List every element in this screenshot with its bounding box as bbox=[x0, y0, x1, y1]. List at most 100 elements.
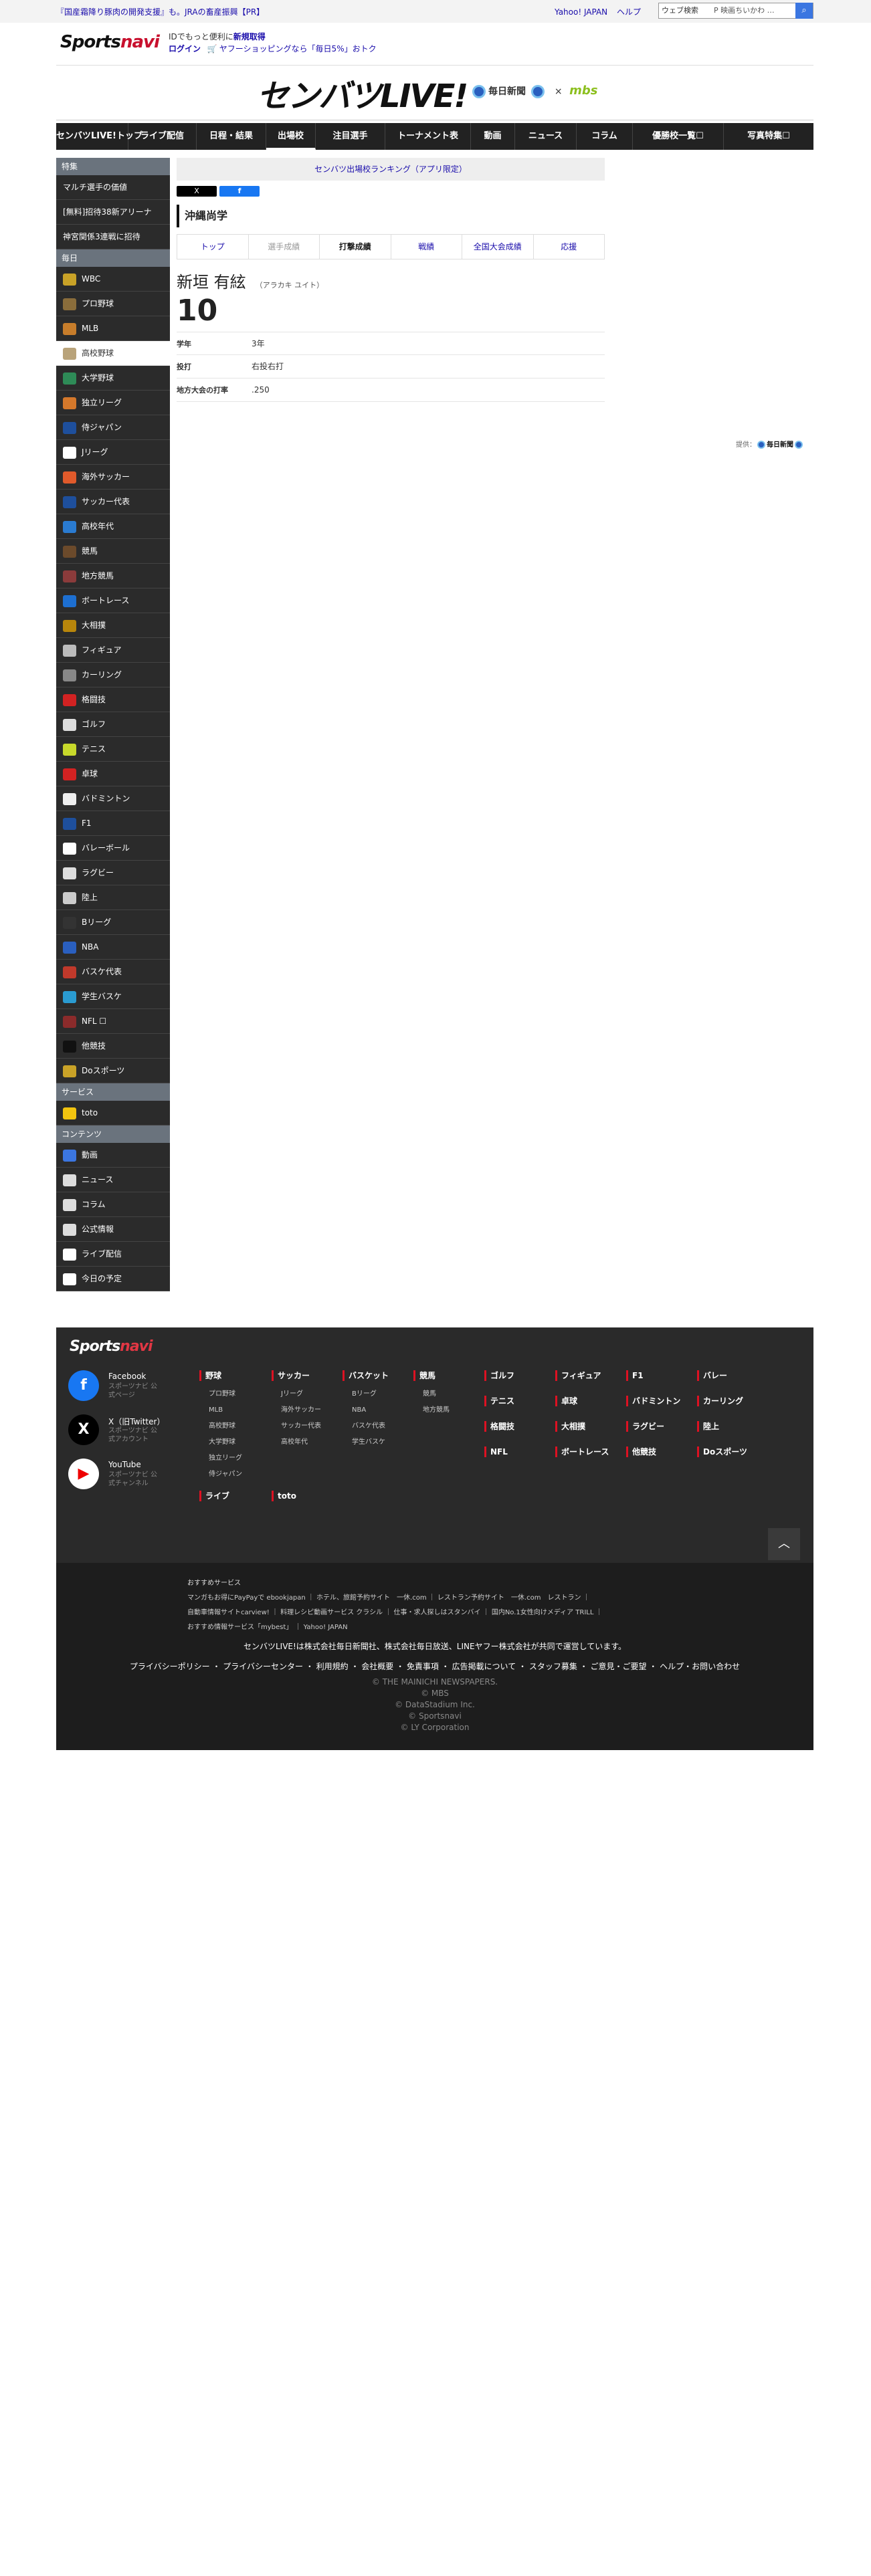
recommended-links[interactable]: おすすめ情報サービス「mybest」 ｜ Yahoo! JAPAN bbox=[187, 1620, 696, 1635]
share-x-button[interactable]: X bbox=[177, 186, 217, 197]
nav-news[interactable]: ニュース bbox=[515, 123, 577, 150]
footer-link-head[interactable]: バレー bbox=[697, 1370, 747, 1381]
footer-legal-links[interactable]: プライバシーポリシー ・ プライバシーセンター ・ 利用規約 ・ 会社概要 ・ … bbox=[56, 1660, 813, 1672]
footer-link-head[interactable]: 競馬 bbox=[413, 1370, 450, 1381]
sidebar-item[interactable]: MLB bbox=[56, 316, 170, 341]
page-top-button[interactable]: ︿ bbox=[768, 1528, 800, 1560]
sidebar-item[interactable]: WBC bbox=[56, 267, 170, 292]
sidebar-item[interactable]: 海外サッカー bbox=[56, 465, 170, 490]
sidebar-item[interactable]: テニス bbox=[56, 737, 170, 762]
sidebar-item[interactable]: カーリング bbox=[56, 663, 170, 687]
tab-support[interactable]: 応援 bbox=[534, 235, 605, 259]
help-link[interactable]: ヘルプ bbox=[617, 7, 641, 17]
tab-national-record[interactable]: 全国大会成績 bbox=[462, 235, 534, 259]
yahoo-japan-link[interactable]: Yahoo! JAPAN bbox=[555, 7, 607, 17]
tab-batting-stats[interactable]: 打撃成績 bbox=[320, 235, 391, 259]
sidebar-item[interactable]: サッカー代表 bbox=[56, 490, 170, 514]
footer-link-head[interactable]: 他競技 bbox=[626, 1446, 680, 1457]
footer-link-head[interactable]: 大相撲 bbox=[555, 1421, 609, 1432]
sidebar-item[interactable]: 大学野球 bbox=[56, 366, 170, 391]
footer-link[interactable]: 海外サッカー bbox=[272, 1402, 321, 1418]
footer-link[interactable]: 地方競馬 bbox=[413, 1402, 450, 1418]
sidebar-item[interactable]: NFL ☐ bbox=[56, 1009, 170, 1034]
footer-link[interactable]: プロ野球 bbox=[199, 1386, 242, 1402]
sidebar-item-special[interactable]: 神宮関係3連戦に招待 bbox=[56, 225, 170, 249]
footer-link-head[interactable]: NFL bbox=[484, 1446, 514, 1457]
footer-link[interactable]: 高校年代 bbox=[272, 1434, 321, 1451]
sidebar-item[interactable]: Doスポーツ bbox=[56, 1059, 170, 1083]
nav-video[interactable]: 動画 bbox=[471, 123, 515, 150]
sidebar-item[interactable]: 高校年代 bbox=[56, 514, 170, 539]
sidebar-item[interactable]: コラム bbox=[56, 1192, 170, 1217]
login-link[interactable]: ログイン bbox=[169, 44, 201, 53]
footer-link[interactable]: MLB bbox=[199, 1402, 242, 1418]
footer-link[interactable]: 高校野球 bbox=[199, 1418, 242, 1434]
sidebar-item[interactable]: プロ野球 bbox=[56, 292, 170, 316]
footer-link[interactable]: Bリーグ bbox=[343, 1386, 389, 1402]
footer-link-head[interactable]: 卓球 bbox=[555, 1396, 609, 1406]
sidebar-item[interactable]: バスケ代表 bbox=[56, 960, 170, 984]
nav-players[interactable]: 注目選手 bbox=[316, 123, 385, 150]
footer-logo[interactable]: Sportsnavi bbox=[70, 1338, 153, 1355]
register-link[interactable]: 新規取得 bbox=[233, 32, 266, 41]
sidebar-item[interactable]: 学生バスケ bbox=[56, 984, 170, 1009]
sidebar-item[interactable]: 他競技 bbox=[56, 1034, 170, 1059]
sidebar-item[interactable]: 地方競馬 bbox=[56, 564, 170, 588]
footer-link[interactable]: サッカー代表 bbox=[272, 1418, 321, 1434]
sidebar-item[interactable]: 高校野球 bbox=[56, 341, 170, 366]
sidebar-item[interactable]: 卓球 bbox=[56, 762, 170, 786]
sidebar-item[interactable]: ラグビー bbox=[56, 861, 170, 885]
footer-link[interactable]: 大学野球 bbox=[199, 1434, 242, 1451]
footer-link[interactable]: 侍ジャパン bbox=[199, 1467, 242, 1483]
recommended-links[interactable]: マンガもお得にPayPayで ebookjapan ｜ ホテル、旅館予約サイト … bbox=[187, 1591, 696, 1606]
sidebar-item[interactable]: 今日の予定 bbox=[56, 1267, 170, 1291]
footer-link[interactable]: 学生バスケ bbox=[343, 1434, 389, 1451]
nav-photos[interactable]: 写真特集☐ bbox=[724, 123, 813, 150]
sidebar-item[interactable]: 独立リーグ bbox=[56, 391, 170, 415]
footer-link-head[interactable]: バスケット bbox=[343, 1370, 389, 1381]
sidebar-item[interactable]: F1 bbox=[56, 811, 170, 836]
pr-link[interactable]: 『国産霜降り豚肉の開発支援』も。JRAの畜産振興【PR】 bbox=[56, 6, 264, 17]
footer-link-head[interactable]: フィギュア bbox=[555, 1370, 609, 1381]
sidebar-item[interactable]: 大相撲 bbox=[56, 613, 170, 638]
tab-top[interactable]: トップ bbox=[177, 235, 249, 259]
footer-link-live[interactable]: ライブ bbox=[199, 1491, 229, 1501]
footer-link[interactable]: バスケ代表 bbox=[343, 1418, 389, 1434]
footer-link-head[interactable]: バドミントン bbox=[626, 1396, 680, 1406]
nav-champions[interactable]: 優勝校一覧☐ bbox=[633, 123, 724, 150]
sidebar-item[interactable]: ゴルフ bbox=[56, 712, 170, 737]
sidebar-item[interactable]: Bリーグ bbox=[56, 910, 170, 935]
footer-link[interactable]: Jリーグ bbox=[272, 1386, 321, 1402]
footer-link-head[interactable]: ボートレース bbox=[555, 1446, 609, 1457]
footer-link[interactable]: 独立リーグ bbox=[199, 1451, 242, 1467]
nav-tournament[interactable]: トーナメント表 bbox=[385, 123, 471, 150]
sidebar-item[interactable]: 侍ジャパン bbox=[56, 415, 170, 440]
sidebar-item[interactable]: ニュース bbox=[56, 1168, 170, 1192]
sidebar-item[interactable]: NBA bbox=[56, 935, 170, 960]
footer-link[interactable]: 競馬 bbox=[413, 1386, 450, 1402]
footer-link-head[interactable]: Doスポーツ bbox=[697, 1446, 747, 1457]
footer-link-head[interactable]: テニス bbox=[484, 1396, 514, 1406]
senbatsu-live-logo[interactable]: センバツLIVE! bbox=[257, 70, 468, 116]
sidebar-item-special[interactable]: マルチ選手の価値 bbox=[56, 175, 170, 200]
footer-link-head[interactable]: 野球 bbox=[199, 1370, 242, 1381]
sidebar-item[interactable]: toto bbox=[56, 1101, 170, 1125]
sidebar-item[interactable]: 陸上 bbox=[56, 885, 170, 910]
sidebar-item[interactable]: バレーボール bbox=[56, 836, 170, 861]
footer-link-head[interactable]: F1 bbox=[626, 1370, 680, 1381]
search-button[interactable]: ⌕ bbox=[795, 3, 813, 19]
footer-link-head[interactable]: ゴルフ bbox=[484, 1370, 514, 1381]
sidebar-item-special[interactable]: [無料]招待38新アリーナ bbox=[56, 200, 170, 225]
nav-live[interactable]: ライブ配信 bbox=[128, 123, 197, 150]
ranking-link[interactable]: センバツ出場校ランキング（アプリ限定） bbox=[177, 158, 605, 181]
sportsnavi-logo[interactable]: Sportsnavi bbox=[60, 32, 160, 52]
sidebar-item[interactable]: 公式情報 bbox=[56, 1217, 170, 1242]
nav-senbatsu-top[interactable]: センバツLIVE!トップ bbox=[56, 123, 142, 150]
recommended-links[interactable]: 自動車情報サイトcarview! ｜ 料理レシピ動画サービス クラシル ｜ 仕事… bbox=[187, 1606, 696, 1620]
footer-link-toto[interactable]: toto bbox=[272, 1491, 296, 1501]
sidebar-item[interactable]: 競馬 bbox=[56, 539, 170, 564]
sidebar-item[interactable]: フィギュア bbox=[56, 638, 170, 663]
footer-link-head[interactable]: 陸上 bbox=[697, 1421, 747, 1432]
footer-link-head[interactable]: 格闘技 bbox=[484, 1421, 514, 1432]
nav-column[interactable]: コラム bbox=[577, 123, 633, 150]
